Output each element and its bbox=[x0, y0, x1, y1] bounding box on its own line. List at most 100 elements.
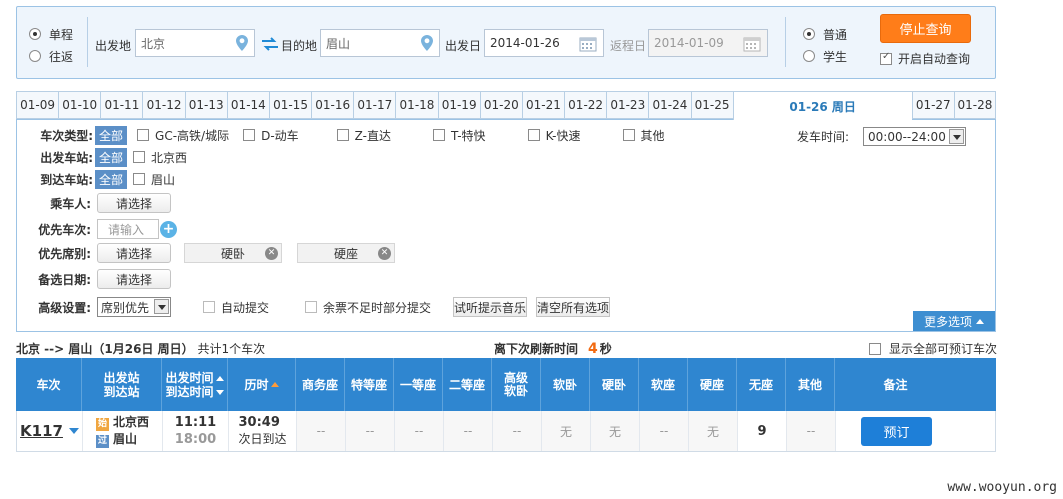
tab-date[interactable]: 01-13 bbox=[184, 91, 227, 119]
arrive-station-all-tag[interactable]: 全部 bbox=[95, 169, 128, 189]
depart-time-select[interactable]: 00:00--24:00 bbox=[863, 127, 966, 146]
sort-desc-icon[interactable] bbox=[215, 389, 224, 395]
close-icon[interactable]: ✕ bbox=[265, 247, 278, 260]
clear-all-button[interactable]: 清空所有选项 bbox=[536, 297, 611, 317]
dropdown-arrow-icon[interactable] bbox=[154, 299, 169, 314]
return-date-label: 返程日 bbox=[610, 39, 647, 53]
train-type-k[interactable]: K-快速 bbox=[527, 127, 581, 144]
add-icon[interactable]: + bbox=[160, 220, 177, 238]
train-type-z[interactable]: Z-直达 bbox=[336, 127, 391, 144]
depart-station-row: 出发车站: 全部 北京西 bbox=[17, 147, 201, 167]
checkbox-icon[interactable] bbox=[305, 301, 318, 313]
calendar-icon[interactable] bbox=[579, 36, 597, 52]
train-type-d[interactable]: D-动车 bbox=[243, 127, 299, 144]
tab-date[interactable]: 01-23 bbox=[606, 91, 649, 119]
radio-icon[interactable] bbox=[29, 50, 41, 62]
partial-submit-option[interactable]: 余票不足时部分提交 bbox=[305, 299, 431, 316]
route-text: 北京 --> 眉山（1月26日 周日） bbox=[16, 342, 194, 356]
checkbox-icon[interactable] bbox=[880, 51, 892, 65]
book-button[interactable]: 预订 bbox=[861, 416, 932, 446]
radio-normal[interactable]: 普通 bbox=[803, 23, 847, 45]
stop-query-button[interactable]: 停止查询 bbox=[880, 14, 971, 43]
return-date-input[interactable]: 2014-01-09 bbox=[648, 29, 768, 57]
radio-student[interactable]: 学生 bbox=[803, 45, 847, 67]
tab-date[interactable]: 01-10 bbox=[58, 91, 101, 119]
to-input[interactable]: 眉山 bbox=[320, 29, 440, 57]
more-options-button[interactable]: 更多选项 bbox=[913, 311, 995, 331]
train-number-link[interactable]: K117 bbox=[20, 422, 63, 440]
date-tabs: 01-09 01-10 01-11 01-12 01-13 01-14 01-15 01-16… bbox=[16, 91, 997, 120]
cell-train: K117 bbox=[17, 411, 83, 451]
header-seat: 一等座 bbox=[394, 358, 443, 411]
tab-date[interactable]: 01-19 bbox=[437, 91, 480, 119]
checkbox-icon[interactable] bbox=[133, 173, 146, 185]
calendar-icon[interactable] bbox=[743, 36, 761, 52]
sort-asc-icon[interactable] bbox=[270, 382, 279, 387]
passenger-label: 乘车人: bbox=[50, 196, 91, 211]
depart-station-option[interactable]: 北京西 bbox=[133, 149, 187, 166]
radio-round-trip[interactable]: 往返 bbox=[29, 45, 73, 67]
show-all-toggle[interactable]: 显示全部可预订车次 bbox=[869, 340, 997, 357]
tab-date[interactable]: 01-27 bbox=[911, 91, 954, 119]
tab-date[interactable]: 01-20 bbox=[479, 91, 522, 119]
tab-date[interactable]: 01-18 bbox=[395, 91, 438, 119]
tab-date[interactable]: 01-24 bbox=[648, 91, 691, 119]
train-type-gc[interactable]: GC-高铁/城际 bbox=[137, 127, 229, 144]
tab-date[interactable]: 01-16 bbox=[311, 91, 354, 119]
chevron-up-icon bbox=[976, 318, 984, 324]
depart-time-label: 发车时间: bbox=[797, 130, 850, 144]
train-type-other[interactable]: 其他 bbox=[622, 127, 665, 144]
checkbox-icon[interactable] bbox=[243, 129, 256, 141]
checkbox-icon[interactable] bbox=[869, 342, 881, 355]
cell-duration: 30:49 次日到达 bbox=[229, 411, 297, 451]
checkbox-icon[interactable] bbox=[336, 129, 349, 141]
tab-date[interactable]: 01-28 bbox=[953, 91, 997, 119]
radio-icon[interactable] bbox=[29, 28, 41, 40]
from-input[interactable]: 北京 bbox=[135, 29, 255, 57]
auto-query-toggle[interactable]: 开启自动查询 bbox=[880, 50, 970, 67]
tab-date[interactable]: 01-26 周日 bbox=[732, 91, 912, 120]
depart-station-all-tag[interactable]: 全部 bbox=[95, 147, 128, 167]
tab-date[interactable]: 01-17 bbox=[353, 91, 396, 119]
advanced-select[interactable]: 席别优先 bbox=[97, 297, 171, 317]
depart-date-input[interactable]: 2014-01-26 bbox=[484, 29, 604, 57]
tab-date[interactable]: 01-11 bbox=[100, 91, 143, 119]
tab-date[interactable]: 01-12 bbox=[142, 91, 185, 119]
header-seat: 商务座 bbox=[296, 358, 345, 411]
location-pin-icon bbox=[421, 35, 433, 51]
listen-music-button[interactable]: 试听提示音乐 bbox=[453, 297, 528, 317]
checkbox-icon[interactable] bbox=[133, 151, 146, 163]
cell-seat: 无 bbox=[591, 411, 640, 451]
divider bbox=[785, 17, 786, 67]
radio-one-way[interactable]: 单程 bbox=[29, 23, 73, 45]
train-type-t[interactable]: T-特快 bbox=[433, 127, 486, 144]
tab-date[interactable]: 01-15 bbox=[268, 91, 312, 119]
tab-date[interactable]: 01-22 bbox=[564, 91, 607, 119]
dropdown-arrow-icon[interactable] bbox=[949, 129, 964, 144]
swap-icon[interactable] bbox=[262, 37, 278, 51]
priority-seat-select-button[interactable]: 请选择 bbox=[97, 243, 171, 263]
passenger-row: 乘车人: 请选择 bbox=[17, 193, 171, 213]
header-train: 车次 bbox=[16, 358, 82, 411]
tab-date[interactable]: 01-25 bbox=[690, 91, 733, 119]
checkbox-icon[interactable] bbox=[433, 129, 445, 141]
arrive-station-option[interactable]: 眉山 bbox=[133, 171, 175, 188]
checkbox-icon[interactable] bbox=[622, 129, 635, 141]
checkbox-icon[interactable] bbox=[527, 129, 540, 141]
backup-date-select-button[interactable]: 请选择 bbox=[97, 269, 171, 289]
sort-asc-icon[interactable] bbox=[215, 375, 224, 381]
passenger-select-button[interactable]: 请选择 bbox=[97, 193, 171, 213]
radio-icon[interactable] bbox=[803, 50, 815, 62]
auto-submit-option[interactable]: 自动提交 bbox=[203, 299, 269, 316]
tab-date[interactable]: 01-21 bbox=[521, 91, 565, 119]
tab-date[interactable]: 01-14 bbox=[226, 91, 269, 119]
cell-seat: -- bbox=[493, 411, 542, 451]
close-icon[interactable]: ✕ bbox=[378, 247, 391, 260]
priority-train-input[interactable]: 请输入 bbox=[97, 219, 159, 239]
radio-icon[interactable] bbox=[803, 28, 815, 40]
checkbox-icon[interactable] bbox=[203, 301, 215, 313]
chevron-down-icon[interactable] bbox=[68, 428, 79, 434]
tab-date[interactable]: 01-09 bbox=[16, 91, 59, 119]
train-type-all-tag[interactable]: 全部 bbox=[95, 125, 128, 145]
checkbox-icon[interactable] bbox=[137, 129, 150, 141]
